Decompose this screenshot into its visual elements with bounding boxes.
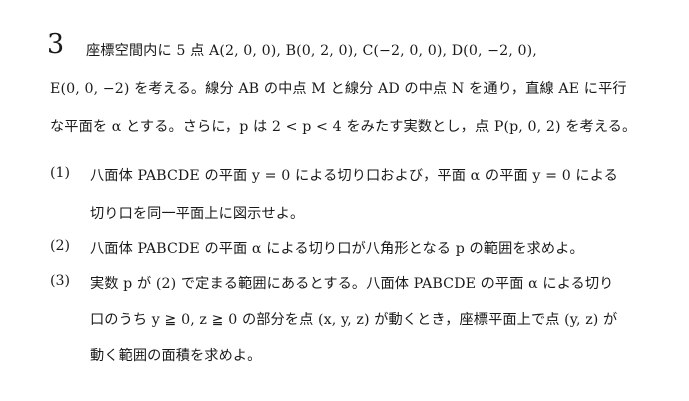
question-1-line-2: 切り口を同一平面上に図示せよ。 xyxy=(90,206,305,222)
math-problem-page: 3 座標空間内に 5 点 A(2, 0, 0), B(0, 2, 0), C(−… xyxy=(0,0,689,401)
question-1-line-1: 八面体 PABCDE の平面 y = 0 による切り口および，平面 α の平面 … xyxy=(90,168,618,184)
question-3-line-1: 実数 p が (2) で定まる範囲にあるとする。八面体 PABCDE の平面 α… xyxy=(90,276,614,292)
question-2-label: (2) xyxy=(50,238,71,254)
intro-line-1: 座標空間内に 5 点 A(2, 0, 0), B(0, 2, 0), C(−2,… xyxy=(86,43,537,59)
question-3-line-3: 動く範囲の面積を求めよ。 xyxy=(90,348,262,364)
question-1-label: (1) xyxy=(50,165,71,181)
question-2-line-1: 八面体 PABCDE の平面 α による切り口が八角形となる p の範囲を求めよ… xyxy=(90,241,584,257)
intro-line-2: E(0, 0, −2) を考える。線分 AB の中点 M と線分 AD の中点 … xyxy=(50,81,627,97)
question-3-line-2: 口のうち y ≧ 0, z ≧ 0 の部分を点 (x, y, z) が動くとき，… xyxy=(90,312,618,328)
question-3-label: (3) xyxy=(50,273,71,289)
intro-line-3: な平面を α とする。さらに，p は 2 < p < 4 をみたす実数とし，点 … xyxy=(50,119,637,135)
problem-number: 3 xyxy=(47,29,65,60)
